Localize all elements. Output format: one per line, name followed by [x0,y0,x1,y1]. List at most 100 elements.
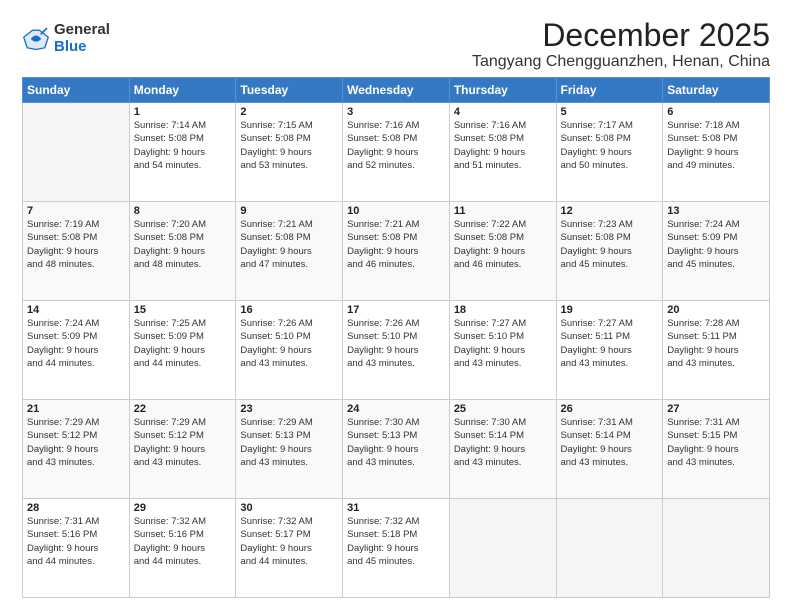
day-info: Sunrise: 7:31 AM Sunset: 5:16 PM Dayligh… [27,515,125,568]
day-info: Sunrise: 7:32 AM Sunset: 5:18 PM Dayligh… [347,515,445,568]
day-number: 29 [134,502,232,514]
calendar-cell: 28Sunrise: 7:31 AM Sunset: 5:16 PM Dayli… [23,499,130,598]
day-info: Sunrise: 7:24 AM Sunset: 5:09 PM Dayligh… [667,218,765,271]
day-number: 11 [454,205,552,217]
calendar-cell: 13Sunrise: 7:24 AM Sunset: 5:09 PM Dayli… [663,202,770,301]
day-number: 26 [561,403,659,415]
day-info: Sunrise: 7:32 AM Sunset: 5:17 PM Dayligh… [240,515,338,568]
calendar-cell: 11Sunrise: 7:22 AM Sunset: 5:08 PM Dayli… [449,202,556,301]
day-number: 15 [134,304,232,316]
calendar-cell: 10Sunrise: 7:21 AM Sunset: 5:08 PM Dayli… [343,202,450,301]
day-number: 3 [347,106,445,118]
day-info: Sunrise: 7:17 AM Sunset: 5:08 PM Dayligh… [561,119,659,172]
calendar-header-sunday: Sunday [23,78,130,103]
calendar-week-3: 14Sunrise: 7:24 AM Sunset: 5:09 PM Dayli… [23,301,770,400]
day-info: Sunrise: 7:30 AM Sunset: 5:13 PM Dayligh… [347,416,445,469]
day-number: 4 [454,106,552,118]
calendar-cell: 30Sunrise: 7:32 AM Sunset: 5:17 PM Dayli… [236,499,343,598]
calendar-cell [23,103,130,202]
day-number: 6 [667,106,765,118]
logo-icon [22,25,50,53]
day-number: 17 [347,304,445,316]
calendar-cell: 19Sunrise: 7:27 AM Sunset: 5:11 PM Dayli… [556,301,663,400]
day-info: Sunrise: 7:27 AM Sunset: 5:10 PM Dayligh… [454,317,552,370]
day-number: 24 [347,403,445,415]
calendar-cell [663,499,770,598]
day-info: Sunrise: 7:16 AM Sunset: 5:08 PM Dayligh… [454,119,552,172]
day-info: Sunrise: 7:29 AM Sunset: 5:13 PM Dayligh… [240,416,338,469]
calendar-cell: 24Sunrise: 7:30 AM Sunset: 5:13 PM Dayli… [343,400,450,499]
day-number: 25 [454,403,552,415]
calendar-cell: 17Sunrise: 7:26 AM Sunset: 5:10 PM Dayli… [343,301,450,400]
calendar-cell: 12Sunrise: 7:23 AM Sunset: 5:08 PM Dayli… [556,202,663,301]
day-number: 30 [240,502,338,514]
day-number: 21 [27,403,125,415]
logo: General Blue [22,22,110,55]
day-number: 1 [134,106,232,118]
calendar-cell: 20Sunrise: 7:28 AM Sunset: 5:11 PM Dayli… [663,301,770,400]
day-info: Sunrise: 7:29 AM Sunset: 5:12 PM Dayligh… [27,416,125,469]
day-number: 27 [667,403,765,415]
calendar-table: SundayMondayTuesdayWednesdayThursdayFrid… [22,77,770,598]
day-info: Sunrise: 7:30 AM Sunset: 5:14 PM Dayligh… [454,416,552,469]
day-number: 20 [667,304,765,316]
calendar-cell: 23Sunrise: 7:29 AM Sunset: 5:13 PM Dayli… [236,400,343,499]
calendar-week-2: 7Sunrise: 7:19 AM Sunset: 5:08 PM Daylig… [23,202,770,301]
day-info: Sunrise: 7:26 AM Sunset: 5:10 PM Dayligh… [347,317,445,370]
calendar-header-friday: Friday [556,78,663,103]
day-info: Sunrise: 7:20 AM Sunset: 5:08 PM Dayligh… [134,218,232,271]
day-info: Sunrise: 7:31 AM Sunset: 5:15 PM Dayligh… [667,416,765,469]
day-info: Sunrise: 7:27 AM Sunset: 5:11 PM Dayligh… [561,317,659,370]
calendar-cell: 4Sunrise: 7:16 AM Sunset: 5:08 PM Daylig… [449,103,556,202]
calendar-header-tuesday: Tuesday [236,78,343,103]
day-info: Sunrise: 7:29 AM Sunset: 5:12 PM Dayligh… [134,416,232,469]
day-info: Sunrise: 7:31 AM Sunset: 5:14 PM Dayligh… [561,416,659,469]
day-info: Sunrise: 7:32 AM Sunset: 5:16 PM Dayligh… [134,515,232,568]
day-info: Sunrise: 7:23 AM Sunset: 5:08 PM Dayligh… [561,218,659,271]
header: General Blue December 2025 Tangyang Chen… [22,18,770,71]
calendar-week-1: 1Sunrise: 7:14 AM Sunset: 5:08 PM Daylig… [23,103,770,202]
calendar-cell [556,499,663,598]
calendar-header-row: SundayMondayTuesdayWednesdayThursdayFrid… [23,78,770,103]
calendar-header-wednesday: Wednesday [343,78,450,103]
day-info: Sunrise: 7:19 AM Sunset: 5:08 PM Dayligh… [27,218,125,271]
day-info: Sunrise: 7:15 AM Sunset: 5:08 PM Dayligh… [240,119,338,172]
month-title: December 2025 [472,18,770,53]
calendar-cell: 15Sunrise: 7:25 AM Sunset: 5:09 PM Dayli… [129,301,236,400]
day-number: 9 [240,205,338,217]
day-info: Sunrise: 7:16 AM Sunset: 5:08 PM Dayligh… [347,119,445,172]
calendar-week-5: 28Sunrise: 7:31 AM Sunset: 5:16 PM Dayli… [23,499,770,598]
day-number: 13 [667,205,765,217]
day-number: 18 [454,304,552,316]
calendar-cell: 6Sunrise: 7:18 AM Sunset: 5:08 PM Daylig… [663,103,770,202]
day-info: Sunrise: 7:18 AM Sunset: 5:08 PM Dayligh… [667,119,765,172]
day-number: 23 [240,403,338,415]
calendar-cell: 14Sunrise: 7:24 AM Sunset: 5:09 PM Dayli… [23,301,130,400]
day-number: 14 [27,304,125,316]
calendar-cell: 16Sunrise: 7:26 AM Sunset: 5:10 PM Dayli… [236,301,343,400]
calendar-cell: 5Sunrise: 7:17 AM Sunset: 5:08 PM Daylig… [556,103,663,202]
calendar-cell: 29Sunrise: 7:32 AM Sunset: 5:16 PM Dayli… [129,499,236,598]
calendar-cell: 8Sunrise: 7:20 AM Sunset: 5:08 PM Daylig… [129,202,236,301]
day-number: 12 [561,205,659,217]
calendar-cell: 1Sunrise: 7:14 AM Sunset: 5:08 PM Daylig… [129,103,236,202]
logo-blue-label: Blue [54,39,110,56]
calendar-cell [449,499,556,598]
calendar-cell: 26Sunrise: 7:31 AM Sunset: 5:14 PM Dayli… [556,400,663,499]
day-number: 8 [134,205,232,217]
calendar-header-saturday: Saturday [663,78,770,103]
day-info: Sunrise: 7:26 AM Sunset: 5:10 PM Dayligh… [240,317,338,370]
day-info: Sunrise: 7:28 AM Sunset: 5:11 PM Dayligh… [667,317,765,370]
calendar-cell: 2Sunrise: 7:15 AM Sunset: 5:08 PM Daylig… [236,103,343,202]
page: General Blue December 2025 Tangyang Chen… [0,0,792,612]
day-number: 28 [27,502,125,514]
day-number: 19 [561,304,659,316]
calendar-cell: 22Sunrise: 7:29 AM Sunset: 5:12 PM Dayli… [129,400,236,499]
day-number: 16 [240,304,338,316]
day-number: 7 [27,205,125,217]
calendar-cell: 21Sunrise: 7:29 AM Sunset: 5:12 PM Dayli… [23,400,130,499]
day-number: 10 [347,205,445,217]
calendar-cell: 31Sunrise: 7:32 AM Sunset: 5:18 PM Dayli… [343,499,450,598]
day-info: Sunrise: 7:21 AM Sunset: 5:08 PM Dayligh… [240,218,338,271]
day-info: Sunrise: 7:22 AM Sunset: 5:08 PM Dayligh… [454,218,552,271]
